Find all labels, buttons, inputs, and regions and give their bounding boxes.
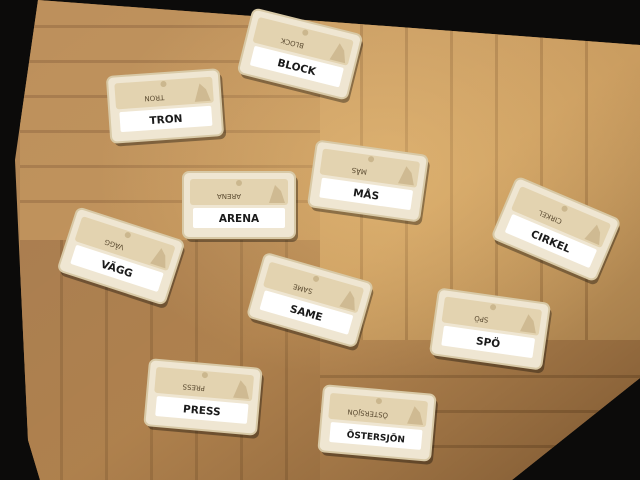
card-hole (236, 180, 242, 186)
card-1: TRON TRON (106, 68, 227, 147)
card-mirrored-word-tron: TRON (144, 93, 165, 102)
card-word-tron: TRON (149, 113, 183, 127)
card-mirrored-word-arena: ARENA (217, 192, 241, 200)
photo-scene: BLOCKBLOCKTRONTRONMÅSMÅSARENAARENA CIRKEL… (15, 0, 640, 480)
card-9: ÖSTERSJÖNÖSTERSJÖN (317, 384, 438, 465)
card-8: PRESSPRESS (143, 358, 264, 439)
card-word-arena: ARENA (219, 213, 260, 225)
card-3: ARENA ARENA (182, 171, 298, 242)
